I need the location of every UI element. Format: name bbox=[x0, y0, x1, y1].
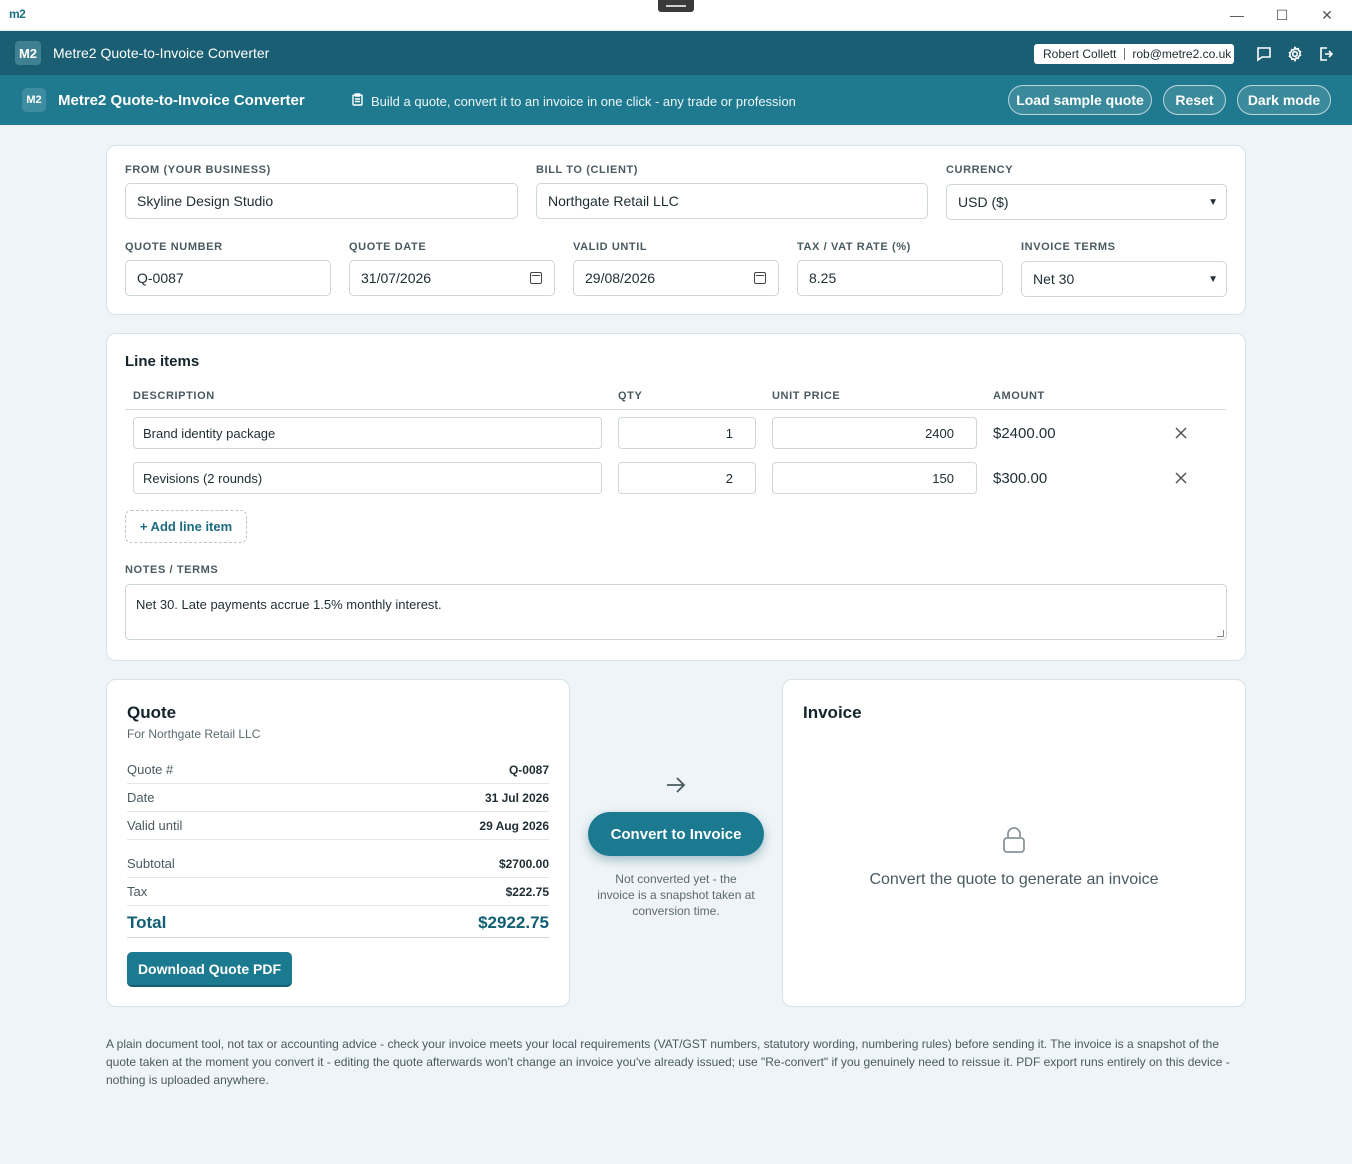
resize-handle[interactable] bbox=[1217, 630, 1224, 637]
quote-number-label: QUOTE NUMBER bbox=[125, 241, 223, 253]
quote-date-value: 31/07/2026 bbox=[361, 270, 432, 286]
quote-tax-row: Tax $222.75 bbox=[127, 878, 549, 906]
line-items-title: Line items bbox=[125, 353, 200, 370]
table-header-divider bbox=[125, 409, 1226, 410]
invoice-terms-label: INVOICE TERMS bbox=[1021, 241, 1116, 253]
remove-line-icon[interactable] bbox=[1173, 425, 1189, 441]
reset-button[interactable]: Reset bbox=[1163, 85, 1226, 115]
description-header: DESCRIPTION bbox=[133, 390, 215, 402]
gear-icon[interactable] bbox=[1284, 43, 1306, 65]
toolbar: M2 Metre2 Quote-to-Invoice Converter Bui… bbox=[0, 75, 1352, 125]
row-label: Tax bbox=[127, 884, 148, 899]
quote-number-input[interactable]: Q-0087 bbox=[125, 260, 331, 296]
maximize-button[interactable]: ☐ bbox=[1259, 4, 1305, 26]
app-header: M2 Metre2 Quote-to-Invoice Converter Rob… bbox=[0, 31, 1352, 75]
qty-input[interactable]: 1 bbox=[618, 417, 756, 449]
qty-input[interactable]: 2 bbox=[618, 462, 756, 494]
user-email: rob@metre2.co.uk bbox=[1132, 47, 1232, 61]
toolbar-tagline: Build a quote, convert it to an invoice … bbox=[352, 93, 796, 109]
total-value: $2922.75 bbox=[478, 913, 549, 932]
logout-icon[interactable] bbox=[1315, 43, 1337, 65]
window-titlebar: m2 — ☐ ✕ bbox=[0, 0, 1352, 31]
toolbar-title: Metre2 Quote-to-Invoice Converter bbox=[58, 92, 305, 109]
notes-label: NOTES / TERMS bbox=[125, 564, 219, 576]
row-value: 29 Aug 2026 bbox=[479, 818, 549, 833]
amount-header: AMOUNT bbox=[993, 390, 1045, 402]
quote-title: Quote bbox=[127, 703, 177, 722]
calendar-icon[interactable] bbox=[530, 272, 542, 284]
row-value: Q-0087 bbox=[508, 762, 549, 777]
quote-date-input[interactable]: 31/07/2026 bbox=[349, 260, 555, 296]
unit-price-input[interactable]: 2400 bbox=[772, 417, 977, 449]
invoice-title: Invoice bbox=[803, 703, 862, 722]
tax-rate-input[interactable]: 8.25 bbox=[797, 260, 1003, 296]
download-quote-pdf-button[interactable]: Download Quote PDF bbox=[127, 952, 292, 987]
quote-number-row: Quote # Q-0087 bbox=[127, 756, 549, 784]
total-label: Total bbox=[127, 913, 167, 932]
valid-until-input[interactable]: 29/08/2026 bbox=[573, 260, 779, 296]
bill-to-label: BILL TO (CLIENT) bbox=[536, 164, 639, 176]
drag-handle[interactable] bbox=[658, 0, 694, 12]
from-input[interactable]: Skyline Design Studio bbox=[125, 183, 518, 219]
row-label: Quote # bbox=[127, 762, 174, 777]
quote-date-label: QUOTE DATE bbox=[349, 241, 427, 253]
row-label: Date bbox=[127, 790, 155, 805]
from-label: FROM (YOUR BUSINESS) bbox=[125, 164, 271, 176]
row-value: $2700.00 bbox=[498, 856, 549, 871]
footer-disclaimer: A plain document tool, not tax or accoun… bbox=[106, 1037, 1230, 1087]
add-line-item-button[interactable]: + Add line item bbox=[125, 510, 247, 543]
quote-valid-row: Valid until 29 Aug 2026 bbox=[127, 812, 549, 840]
qty-header: QTY bbox=[618, 390, 643, 402]
user-name: Robert Collett bbox=[1034, 48, 1126, 60]
description-input[interactable]: Revisions (2 rounds) bbox=[133, 462, 602, 494]
tax-rate-label: TAX / VAT RATE (%) bbox=[797, 241, 911, 253]
lock-icon bbox=[1001, 826, 1027, 854]
valid-until-label: VALID UNTIL bbox=[573, 241, 648, 253]
unit-price-header: UNIT PRICE bbox=[772, 390, 841, 402]
app-logo: m2 bbox=[9, 7, 26, 21]
arrow-right-icon bbox=[664, 774, 688, 796]
invoice-terms-value: Net 30 bbox=[1033, 271, 1075, 287]
close-window-button[interactable]: ✕ bbox=[1304, 4, 1350, 26]
chevron-down-icon: ▼ bbox=[1208, 196, 1218, 208]
line-amount: $2400.00 bbox=[993, 425, 1056, 442]
convert-to-invoice-button[interactable]: Convert to Invoice bbox=[588, 812, 764, 856]
load-sample-button[interactable]: Load sample quote bbox=[1008, 85, 1152, 115]
minimize-button[interactable]: — bbox=[1214, 4, 1260, 26]
row-value: 31 Jul 2026 bbox=[484, 790, 549, 805]
notes-text: Net 30. Late payments accrue 1.5% monthl… bbox=[136, 597, 442, 612]
user-pill[interactable]: Robert Collett rob@metre2.co.uk bbox=[1034, 44, 1234, 64]
calendar-icon[interactable] bbox=[754, 272, 766, 284]
quote-total-row: Total $2922.75 bbox=[127, 909, 549, 938]
currency-select[interactable]: USD ($) ▼ bbox=[946, 184, 1227, 220]
convert-note: Not converted yet - the invoice is a sna… bbox=[597, 872, 755, 918]
currency-value: USD ($) bbox=[958, 194, 1009, 210]
row-label: Valid until bbox=[127, 818, 183, 833]
invoice-empty-message: Convert the quote to generate an invoice bbox=[869, 871, 1159, 888]
dark-mode-button[interactable]: Dark mode bbox=[1237, 85, 1331, 115]
valid-until-value: 29/08/2026 bbox=[585, 270, 656, 286]
line-amount: $300.00 bbox=[993, 470, 1048, 487]
notes-textarea[interactable]: Net 30. Late payments accrue 1.5% monthl… bbox=[125, 584, 1227, 640]
quote-subtitle: For Northgate Retail LLC bbox=[127, 727, 261, 741]
tagline-text: Build a quote, convert it to an invoice … bbox=[371, 93, 796, 109]
row-label: Subtotal bbox=[127, 856, 175, 871]
chat-icon[interactable] bbox=[1253, 43, 1275, 65]
currency-label: CURRENCY bbox=[946, 164, 1014, 176]
bill-to-input[interactable]: Northgate Retail LLC bbox=[536, 183, 928, 219]
toolbar-badge: M2 bbox=[22, 88, 46, 112]
unit-price-input[interactable]: 150 bbox=[772, 462, 977, 494]
row-value: $222.75 bbox=[505, 884, 549, 899]
quote-subtotal-row: Subtotal $2700.00 bbox=[127, 850, 549, 878]
remove-line-icon[interactable] bbox=[1173, 470, 1189, 486]
clipboard-icon bbox=[352, 93, 363, 109]
quote-date-row: Date 31 Jul 2026 bbox=[127, 784, 549, 812]
description-input[interactable]: Brand identity package bbox=[133, 417, 602, 449]
app-title: Metre2 Quote-to-Invoice Converter bbox=[53, 45, 270, 61]
chevron-down-icon: ▼ bbox=[1208, 273, 1218, 285]
invoice-terms-select[interactable]: Net 30 ▼ bbox=[1021, 261, 1227, 297]
app-badge: M2 bbox=[15, 41, 41, 65]
